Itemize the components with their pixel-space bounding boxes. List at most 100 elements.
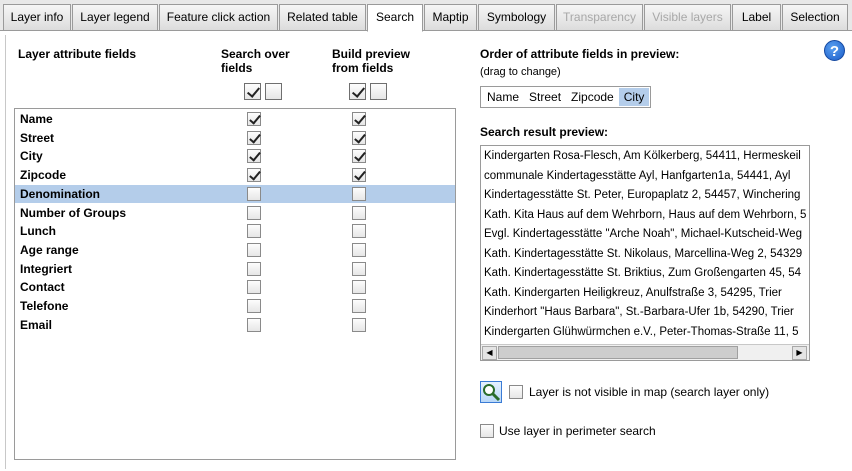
search-layer-icon bbox=[480, 381, 502, 403]
search-select-none-checkbox[interactable] bbox=[265, 83, 282, 100]
order-item-street[interactable]: Street bbox=[524, 88, 566, 106]
search-over-fields-heading: Search over fields bbox=[221, 47, 290, 75]
search-select-all-checkbox[interactable] bbox=[244, 83, 261, 100]
search-field-checkbox[interactable] bbox=[247, 112, 261, 126]
preview-result-row[interactable]: Kinderhort "Haus Barbara", St.-Barbara-U… bbox=[484, 306, 794, 318]
field-name: Integriert bbox=[20, 261, 73, 276]
order-item-city[interactable]: City bbox=[618, 88, 650, 106]
layer-not-visible-checkbox[interactable] bbox=[509, 385, 523, 399]
perimeter-search-checkbox[interactable] bbox=[480, 424, 494, 438]
scroll-thumb[interactable] bbox=[498, 346, 738, 359]
preview-result-row[interactable]: communale Kindertagesstätte Ayl, Hanfgar… bbox=[484, 170, 790, 182]
search-field-checkbox[interactable] bbox=[247, 280, 261, 295]
tab-maptip[interactable]: Maptip bbox=[424, 4, 477, 30]
scroll-right-button[interactable]: ▶ bbox=[792, 346, 807, 360]
field-row[interactable]: Number of Groups bbox=[15, 204, 455, 222]
tab-layer-legend[interactable]: Layer legend bbox=[72, 4, 158, 30]
field-name: Email bbox=[20, 317, 53, 332]
tab-bar: Layer info Layer legend Feature click ac… bbox=[0, 0, 852, 32]
tab-layer-info[interactable]: Layer info bbox=[3, 4, 71, 30]
search-field-checkbox[interactable] bbox=[247, 186, 261, 201]
help-icon[interactable]: ? bbox=[824, 40, 845, 61]
field-name: Zipcode bbox=[20, 168, 67, 183]
build-preview-line1: Build preview bbox=[332, 47, 411, 61]
search-field-checkbox[interactable] bbox=[247, 168, 261, 183]
search-field-checkbox[interactable] bbox=[247, 317, 261, 332]
field-row[interactable]: Telefone bbox=[15, 297, 455, 315]
field-name: Number of Groups bbox=[20, 205, 127, 220]
attribute-field-list: Name Street City Zipcode Denomination Number … bbox=[14, 108, 456, 460]
preview-result-row[interactable]: Kath. Kindergarten Heiligkreuz, Anulfstr… bbox=[484, 287, 782, 299]
scroll-left-button[interactable]: ◀ bbox=[482, 346, 497, 360]
tab-selection[interactable]: Selection bbox=[782, 4, 848, 30]
preview-result-row[interactable]: Kath. Kindertagesstätte St. Briktius, Zu… bbox=[484, 267, 801, 279]
search-field-checkbox[interactable] bbox=[247, 224, 261, 239]
preview-result-row[interactable]: Kath. Kindertagesstätte St. Nikolaus, Ma… bbox=[484, 248, 802, 260]
field-name: City bbox=[20, 149, 43, 164]
tab-transparency: Transparency bbox=[556, 4, 643, 30]
search-result-preview-list[interactable]: Kindergarten Glühwürmchen e.V., Peter-Th… bbox=[480, 145, 810, 361]
preview-select-all-checkbox[interactable] bbox=[349, 83, 366, 100]
search-over-line1: Search over bbox=[221, 47, 290, 61]
layer-not-visible-label: Layer is not visible in map (search laye… bbox=[529, 385, 770, 399]
order-item-zipcode[interactable]: Zipcode bbox=[566, 88, 619, 106]
preview-field-checkbox[interactable] bbox=[352, 168, 366, 183]
tab-feature-click-action[interactable]: Feature click action bbox=[159, 4, 278, 30]
tab-search[interactable]: Search bbox=[367, 4, 423, 32]
preview-field-checkbox[interactable] bbox=[352, 149, 366, 164]
field-name: Age range bbox=[20, 242, 79, 257]
search-field-checkbox[interactable] bbox=[247, 261, 261, 276]
field-row[interactable]: Integriert bbox=[15, 260, 455, 278]
field-name: Street bbox=[20, 130, 55, 145]
field-row[interactable]: City bbox=[15, 147, 455, 165]
order-item-name[interactable]: Name bbox=[482, 88, 524, 106]
preview-field-checkbox[interactable] bbox=[352, 186, 366, 201]
preview-field-checkbox[interactable] bbox=[352, 112, 366, 126]
preview-field-checkbox[interactable] bbox=[352, 280, 366, 295]
preview-result-row[interactable]: Kindergarten Rosa-Flesch, Am Kölkerberg,… bbox=[484, 150, 801, 162]
layer-attribute-fields-heading: Layer attribute fields bbox=[18, 47, 137, 61]
preview-select-none-checkbox[interactable] bbox=[370, 83, 387, 100]
preview-field-checkbox[interactable] bbox=[352, 242, 366, 257]
search-over-line2: fields bbox=[221, 61, 253, 75]
tab-label[interactable]: Label bbox=[732, 4, 781, 30]
field-name: Name bbox=[20, 112, 53, 126]
search-settings-panel: Layer attribute fields Search over field… bbox=[5, 35, 850, 469]
preview-field-checkbox[interactable] bbox=[352, 224, 366, 239]
field-name: Contact bbox=[20, 280, 65, 295]
field-row[interactable]: Lunch bbox=[15, 222, 455, 240]
preview-result-row[interactable]: Kath. Kita Haus auf dem Wehrborn, Haus a… bbox=[484, 209, 806, 221]
drag-hint: (drag to change) bbox=[480, 66, 561, 78]
tab-related-table[interactable]: Related table bbox=[279, 4, 366, 30]
field-name: Lunch bbox=[20, 224, 56, 239]
perimeter-search-label: Use layer in perimeter search bbox=[499, 424, 656, 438]
field-row[interactable]: Name bbox=[15, 110, 455, 128]
preview-result-row[interactable]: Evgl. Kindertagesstätte "Arche Noah", Mi… bbox=[484, 228, 802, 240]
search-field-checkbox[interactable] bbox=[247, 130, 261, 145]
field-row[interactable]: Contact bbox=[15, 278, 455, 296]
build-preview-heading: Build preview from fields bbox=[332, 47, 410, 75]
search-result-preview-heading: Search result preview: bbox=[480, 125, 609, 139]
field-name: Denomination bbox=[20, 186, 100, 201]
field-row[interactable]: Age range bbox=[15, 241, 455, 259]
search-field-checkbox[interactable] bbox=[247, 299, 261, 313]
preview-result-row[interactable]: Kindertagesstätte St. Peter, Europaplatz… bbox=[484, 189, 800, 201]
field-row[interactable]: Zipcode bbox=[15, 166, 455, 184]
field-order-list: Name Street Zipcode City bbox=[480, 86, 652, 108]
search-field-checkbox[interactable] bbox=[247, 242, 261, 257]
tab-symbology[interactable]: Symbology bbox=[478, 4, 555, 30]
field-row[interactable]: Email bbox=[15, 316, 455, 334]
preview-field-checkbox[interactable] bbox=[352, 299, 366, 313]
order-fields-heading: Order of attribute fields in preview: bbox=[480, 47, 680, 61]
preview-field-checkbox[interactable] bbox=[352, 317, 366, 332]
preview-field-checkbox[interactable] bbox=[352, 261, 366, 276]
field-row[interactable]: Street bbox=[15, 129, 455, 147]
field-row[interactable]: Denomination bbox=[15, 184, 455, 203]
preview-horizontal-scrollbar[interactable]: ◀ ▶ bbox=[481, 344, 809, 360]
preview-field-checkbox[interactable] bbox=[352, 130, 366, 145]
preview-field-checkbox[interactable] bbox=[352, 205, 366, 220]
tab-visible-layers: Visible layers bbox=[644, 4, 731, 30]
search-field-checkbox[interactable] bbox=[247, 149, 261, 164]
search-field-checkbox[interactable] bbox=[247, 205, 261, 220]
preview-result-row[interactable]: Kindergarten Glühwürmchen e.V., Peter-Th… bbox=[484, 326, 799, 338]
